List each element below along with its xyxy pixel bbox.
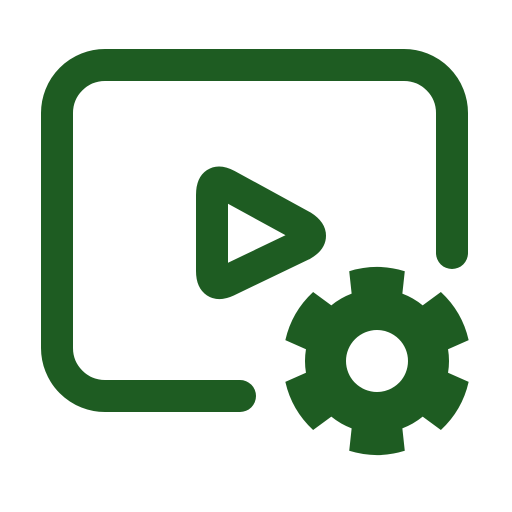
video-settings-icon [41, 49, 469, 455]
video-frame-icon [41, 49, 468, 412]
gear-icon [285, 267, 469, 455]
play-icon [196, 166, 326, 299]
video-settings-app-icon[interactable] [0, 0, 512, 512]
